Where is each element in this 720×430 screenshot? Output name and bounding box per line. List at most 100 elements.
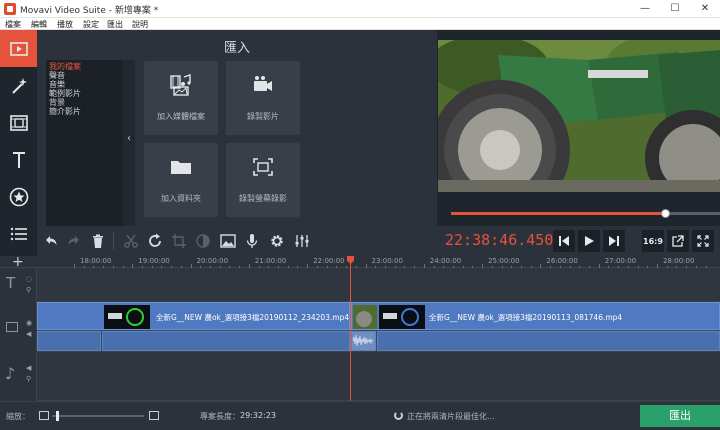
add-track-icon[interactable]: + xyxy=(12,254,24,270)
screen-capture-icon xyxy=(253,158,273,176)
video-clip-1[interactable]: 全新G__NEW 農ok_選項接3檔20190112_234203.mp4 xyxy=(37,302,350,330)
next-frame-button[interactable] xyxy=(603,230,625,252)
video-clip-2[interactable]: 全新G__NEW 農ok_選項接3檔20190113_081746.mp4 xyxy=(351,302,720,330)
timeline-playhead[interactable] xyxy=(350,256,351,401)
category-item-my-files[interactable]: 我的檔案 xyxy=(46,62,123,71)
maximize-button[interactable]: ☐ xyxy=(660,0,690,18)
undo-icon xyxy=(46,236,57,245)
category-item-sounds[interactable]: 聲音 xyxy=(49,71,65,80)
ruler-tick xyxy=(103,266,105,268)
audio-clip-1b[interactable] xyxy=(102,331,350,351)
ruler-tick xyxy=(268,266,270,268)
ruler-tick xyxy=(423,264,425,268)
preview-progress-bar[interactable] xyxy=(451,209,720,218)
redo-button[interactable] xyxy=(64,231,84,251)
timeline-ruler[interactable]: 18:00:00 19:00:00 20:00:00 21:00:00 22:00:00… xyxy=(37,256,720,268)
audio-clip-1a[interactable] xyxy=(37,331,101,351)
image-overlay-button[interactable] xyxy=(218,231,238,251)
menu-export[interactable]: 匯出 xyxy=(107,19,123,30)
audio-track[interactable] xyxy=(37,352,720,401)
ruler-tick xyxy=(93,266,95,268)
ruler-tick xyxy=(540,264,542,268)
rotate-button[interactable] xyxy=(145,231,165,251)
fullscreen-icon xyxy=(697,235,709,247)
track-visibility-icon[interactable]: ◉ xyxy=(26,319,32,327)
track-lock-icon[interactable]: ◌ xyxy=(26,275,32,283)
add-folder-tile[interactable]: 加入資料夾 xyxy=(144,143,218,217)
popout-player-button[interactable] xyxy=(667,230,689,252)
voiceover-button[interactable] xyxy=(242,231,262,251)
audio-clip-2[interactable] xyxy=(377,331,720,351)
image-icon xyxy=(220,234,236,248)
preview-progress-knob[interactable] xyxy=(661,209,670,218)
ruler-tick xyxy=(365,264,367,268)
timeline[interactable]: + 18:00:00 19:00:00 20:00:00 21:00:00 22:00:… xyxy=(0,254,720,401)
microphone-icon xyxy=(246,234,258,248)
category-item-sample-videos[interactable]: 範例影片 xyxy=(49,89,81,98)
record-video-tile[interactable]: 錄製影片 xyxy=(226,61,300,135)
category-item-music[interactable]: 音樂 xyxy=(49,80,65,89)
film-import-icon xyxy=(9,41,28,56)
close-button[interactable]: ✕ xyxy=(690,0,720,18)
ruler-tick xyxy=(316,266,318,268)
ruler-tick xyxy=(239,266,241,268)
aspect-ratio-button[interactable]: 16:9 xyxy=(642,230,664,252)
ruler-tick-label: 25:00:00 xyxy=(488,257,520,265)
sidebar-item-stickers[interactable] xyxy=(0,178,37,215)
play-button[interactable] xyxy=(578,230,600,252)
record-screen-tile[interactable]: 錄製螢幕錄影 xyxy=(226,143,300,217)
ruler-tick xyxy=(559,266,561,268)
track-mute-icon[interactable]: ◀ xyxy=(26,330,31,338)
zoom-in-icon[interactable] xyxy=(149,411,159,420)
color-adjust-button[interactable] xyxy=(193,231,213,251)
sidebar-item-titles[interactable] xyxy=(0,141,37,178)
menu-play[interactable]: 播放 xyxy=(57,19,73,30)
star-badge-icon xyxy=(9,187,28,206)
delete-button[interactable] xyxy=(88,231,108,251)
track-link-icon[interactable]: ⚲ xyxy=(26,286,31,294)
music-note-icon: ♪ xyxy=(5,364,16,383)
track-link-icon[interactable]: ⚲ xyxy=(26,375,31,383)
minimize-button[interactable]: — xyxy=(630,0,660,18)
gear-icon xyxy=(271,235,283,247)
crop-icon xyxy=(172,234,186,248)
menu-file[interactable]: 檔案 xyxy=(5,19,21,30)
category-item-intro-videos[interactable]: 簡介影片 xyxy=(49,107,81,116)
add-media-files-tile[interactable]: 加入媒體檔案 xyxy=(144,61,218,135)
zoom-out-icon[interactable] xyxy=(39,411,49,420)
crop-button[interactable] xyxy=(169,231,189,251)
previous-frame-button[interactable] xyxy=(553,230,575,252)
title-track[interactable] xyxy=(37,269,720,302)
menu-edit[interactable]: 編輯 xyxy=(31,19,47,30)
category-list-scrollbar[interactable] xyxy=(123,60,135,246)
collapse-panel-button[interactable]: ‹ xyxy=(124,131,134,147)
split-button[interactable] xyxy=(121,231,141,251)
clip-settings-button[interactable] xyxy=(267,231,287,251)
sidebar-item-filters[interactable] xyxy=(0,67,37,104)
undo-button[interactable] xyxy=(41,231,61,251)
ruler-tick xyxy=(404,266,406,268)
menu-settings[interactable]: 設定 xyxy=(83,19,99,30)
video-preview-frame[interactable] xyxy=(438,40,720,192)
ruler-tick xyxy=(569,266,571,268)
import-panel-title: 匯入 xyxy=(223,41,250,56)
export-button[interactable]: 匯出 xyxy=(640,405,720,427)
track-mute-icon[interactable]: ◀ xyxy=(26,364,31,372)
zoom-slider-knob[interactable] xyxy=(56,411,59,421)
sidebar-item-import[interactable] xyxy=(0,30,37,67)
sidebar-item-more[interactable] xyxy=(0,215,37,252)
contrast-icon xyxy=(196,234,210,248)
category-item-backgrounds[interactable]: 背景 xyxy=(49,98,65,107)
zoom-slider[interactable] xyxy=(52,415,144,417)
sidebar-item-transitions[interactable] xyxy=(0,104,37,141)
fullscreen-button[interactable] xyxy=(692,230,714,252)
ruler-tick xyxy=(219,266,221,268)
audio-properties-button[interactable] xyxy=(292,231,312,251)
ruler-tick xyxy=(384,266,386,268)
ruler-tick xyxy=(180,266,182,268)
menu-help[interactable]: 說明 xyxy=(132,19,148,30)
tractor-preview-image xyxy=(438,40,720,192)
external-window-icon xyxy=(672,235,684,247)
audio-waveform-clip[interactable] xyxy=(351,331,376,351)
camera-icon xyxy=(254,76,272,91)
